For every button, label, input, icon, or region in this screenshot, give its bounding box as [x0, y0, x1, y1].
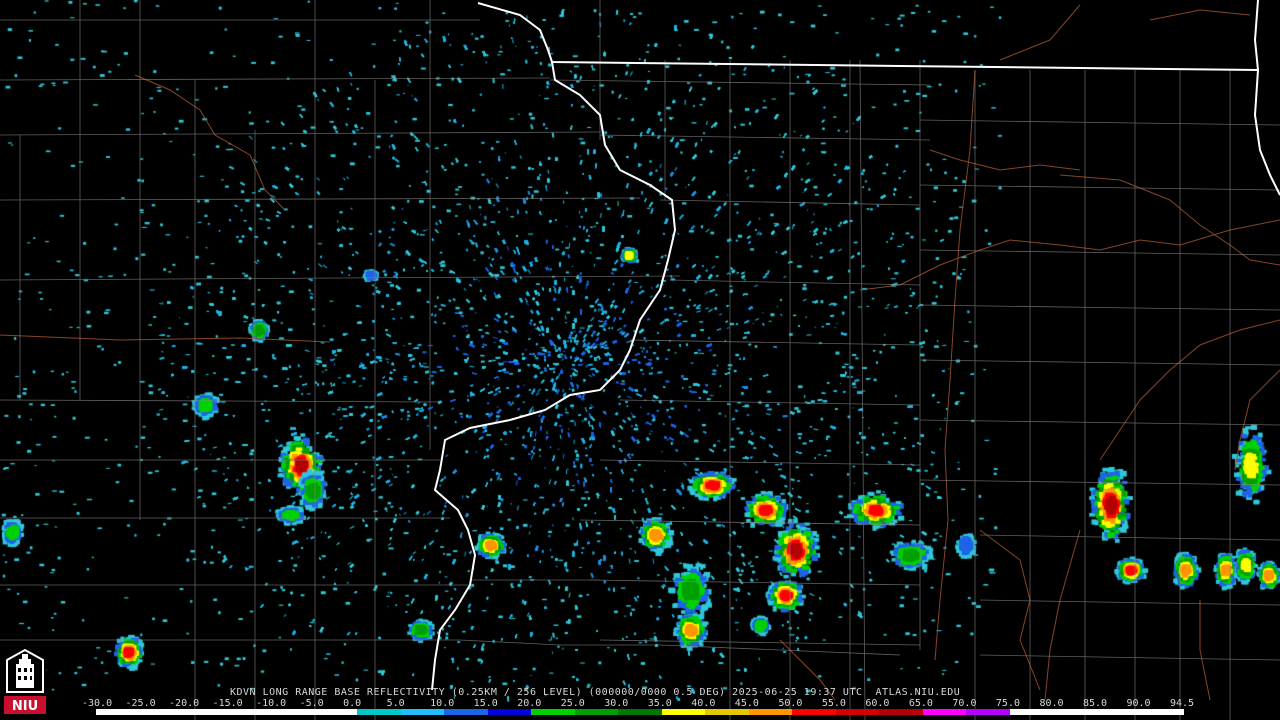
colorbar-segment — [270, 709, 314, 715]
rivers — [0, 4, 1280, 701]
colorbar-tick: 30.0 — [604, 698, 629, 709]
colorbar-tick: 70.0 — [952, 698, 977, 709]
colorbar-segment — [96, 709, 140, 715]
colorbar-segment — [357, 709, 401, 715]
colorbar-tick: 65.0 — [908, 698, 933, 709]
colorbar-segment — [1096, 709, 1141, 715]
colorbar-segment — [531, 709, 575, 715]
colorbar-ticks: -30.0 -25.0 -20.0 -15.0 -10.0 -5.0 0.0 5.0 10.0 1… — [82, 698, 1195, 709]
colorbar-tick: 40.0 — [691, 698, 716, 709]
colorbar-segment — [879, 709, 923, 715]
colorbar-tick: 90.0 — [1126, 698, 1151, 709]
colorbar-tick: 20.0 — [517, 698, 542, 709]
colorbar-tick: -10.0 — [256, 698, 287, 709]
colorbar-tick: 0.0 — [343, 698, 362, 709]
colorbar-segment — [705, 709, 749, 715]
colorbar-tick: -15.0 — [212, 698, 243, 709]
colorbar-tick: 75.0 — [995, 698, 1020, 709]
colorbar-tick: -25.0 — [125, 698, 156, 709]
colorbar-segment — [1009, 709, 1054, 715]
colorbar-segment — [748, 709, 793, 715]
county-lines — [0, 0, 1280, 720]
colorbar-segment — [1140, 709, 1184, 715]
colorbar-segment — [966, 709, 1010, 715]
colorbar-segment — [444, 709, 488, 715]
colorbar — [96, 709, 1184, 715]
colorbar-segment — [400, 709, 445, 715]
colorbar-tick: 45.0 — [734, 698, 759, 709]
colorbar-tick: 80.0 — [1039, 698, 1064, 709]
colorbar-tick: 55.0 — [821, 698, 846, 709]
colorbar-segment — [574, 709, 619, 715]
map-overlay — [0, 0, 1280, 720]
colorbar-tick: 35.0 — [647, 698, 672, 709]
colorbar-tick: 60.0 — [865, 698, 890, 709]
colorbar-segment — [618, 709, 662, 715]
colorbar-tick: -5.0 — [299, 698, 324, 709]
colorbar-segment — [487, 709, 532, 715]
colorbar-segment — [792, 709, 836, 715]
colorbar-tick: 85.0 — [1082, 698, 1108, 709]
colorbar-tick: -20.0 — [169, 698, 200, 709]
colorbar-tick: 50.0 — [778, 698, 803, 709]
colorbar-tick: 25.0 — [560, 698, 585, 709]
colorbar-segment — [183, 709, 227, 715]
colorbar-tick: 94.5 — [1170, 698, 1195, 709]
colorbar-segment — [226, 709, 271, 715]
colorbar-segment — [661, 709, 706, 715]
state-lines — [431, 0, 1280, 691]
colorbar-segment — [313, 709, 358, 715]
colorbar-segment — [139, 709, 184, 715]
colorbar-tick: 15.0 — [473, 698, 498, 709]
colorbar-segment — [922, 709, 967, 715]
colorbar-tick: 5.0 — [386, 698, 405, 709]
colorbar-tick: 10.0 — [430, 698, 455, 709]
colorbar-segment — [1053, 709, 1097, 715]
product-caption: KDVN LONG RANGE BASE REFLECTIVITY (0.25K… — [230, 687, 961, 698]
colorbar-tick: -30.0 — [82, 698, 113, 709]
colorbar-segment — [835, 709, 880, 715]
logo-text: NIU — [12, 699, 38, 714]
niu-logo: NIU — [4, 648, 46, 716]
